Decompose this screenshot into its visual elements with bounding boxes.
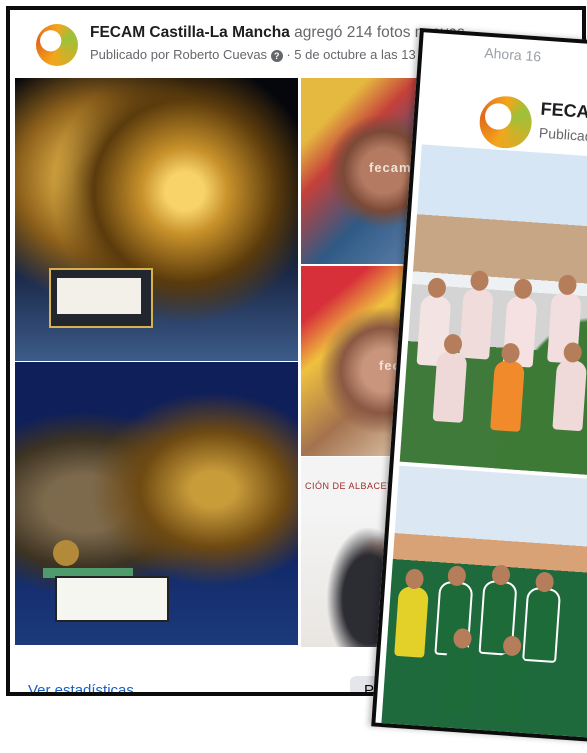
post-date[interactable]: · 5 de octubre a las 13: [286, 47, 415, 62]
player-figure: [459, 270, 494, 360]
page-name-link[interactable]: FECAM Castilla-La Mancha: [90, 24, 290, 41]
photo-player-statue[interactable]: [15, 362, 298, 645]
ball-shape: [53, 540, 79, 566]
venue-banner-text: CIÓN DE ALBACETE: [305, 481, 400, 491]
post-meta: Publicado por Roberto Cuevas ? · 5 de oc…: [90, 47, 416, 62]
player-figure: [442, 627, 477, 718]
trophy-plaque: [49, 268, 153, 328]
post-header: FECAM Castilla-La Mancha agregó 214 foto…: [90, 24, 469, 42]
player-figure: [491, 635, 527, 725]
photo-trophies-gold[interactable]: [15, 78, 298, 361]
post-meta-2: Publicado: [538, 124, 587, 145]
author-text[interactable]: Publicado por Roberto Cuevas: [90, 47, 267, 62]
player-figure: [552, 341, 587, 432]
help-icon[interactable]: ?: [270, 49, 283, 62]
page-avatar[interactable]: [36, 24, 78, 66]
player-figure: [394, 568, 429, 658]
post-header-2: FECAM: [540, 99, 587, 124]
player-figure: [522, 571, 562, 664]
stats-link[interactable]: Ver estadísticas: [28, 682, 134, 692]
player-figure: [490, 342, 525, 432]
post-top-note: Ahora 16: [483, 44, 542, 65]
player-figure: [432, 333, 468, 423]
medal-text: fecam: [369, 160, 412, 175]
trophy-plaque-2: [55, 576, 169, 622]
page-avatar-2[interactable]: [477, 94, 534, 150]
page-name-link-2[interactable]: FECAM: [540, 99, 587, 123]
photo-team-white[interactable]: [399, 144, 587, 488]
photo-team-green[interactable]: [381, 465, 587, 751]
